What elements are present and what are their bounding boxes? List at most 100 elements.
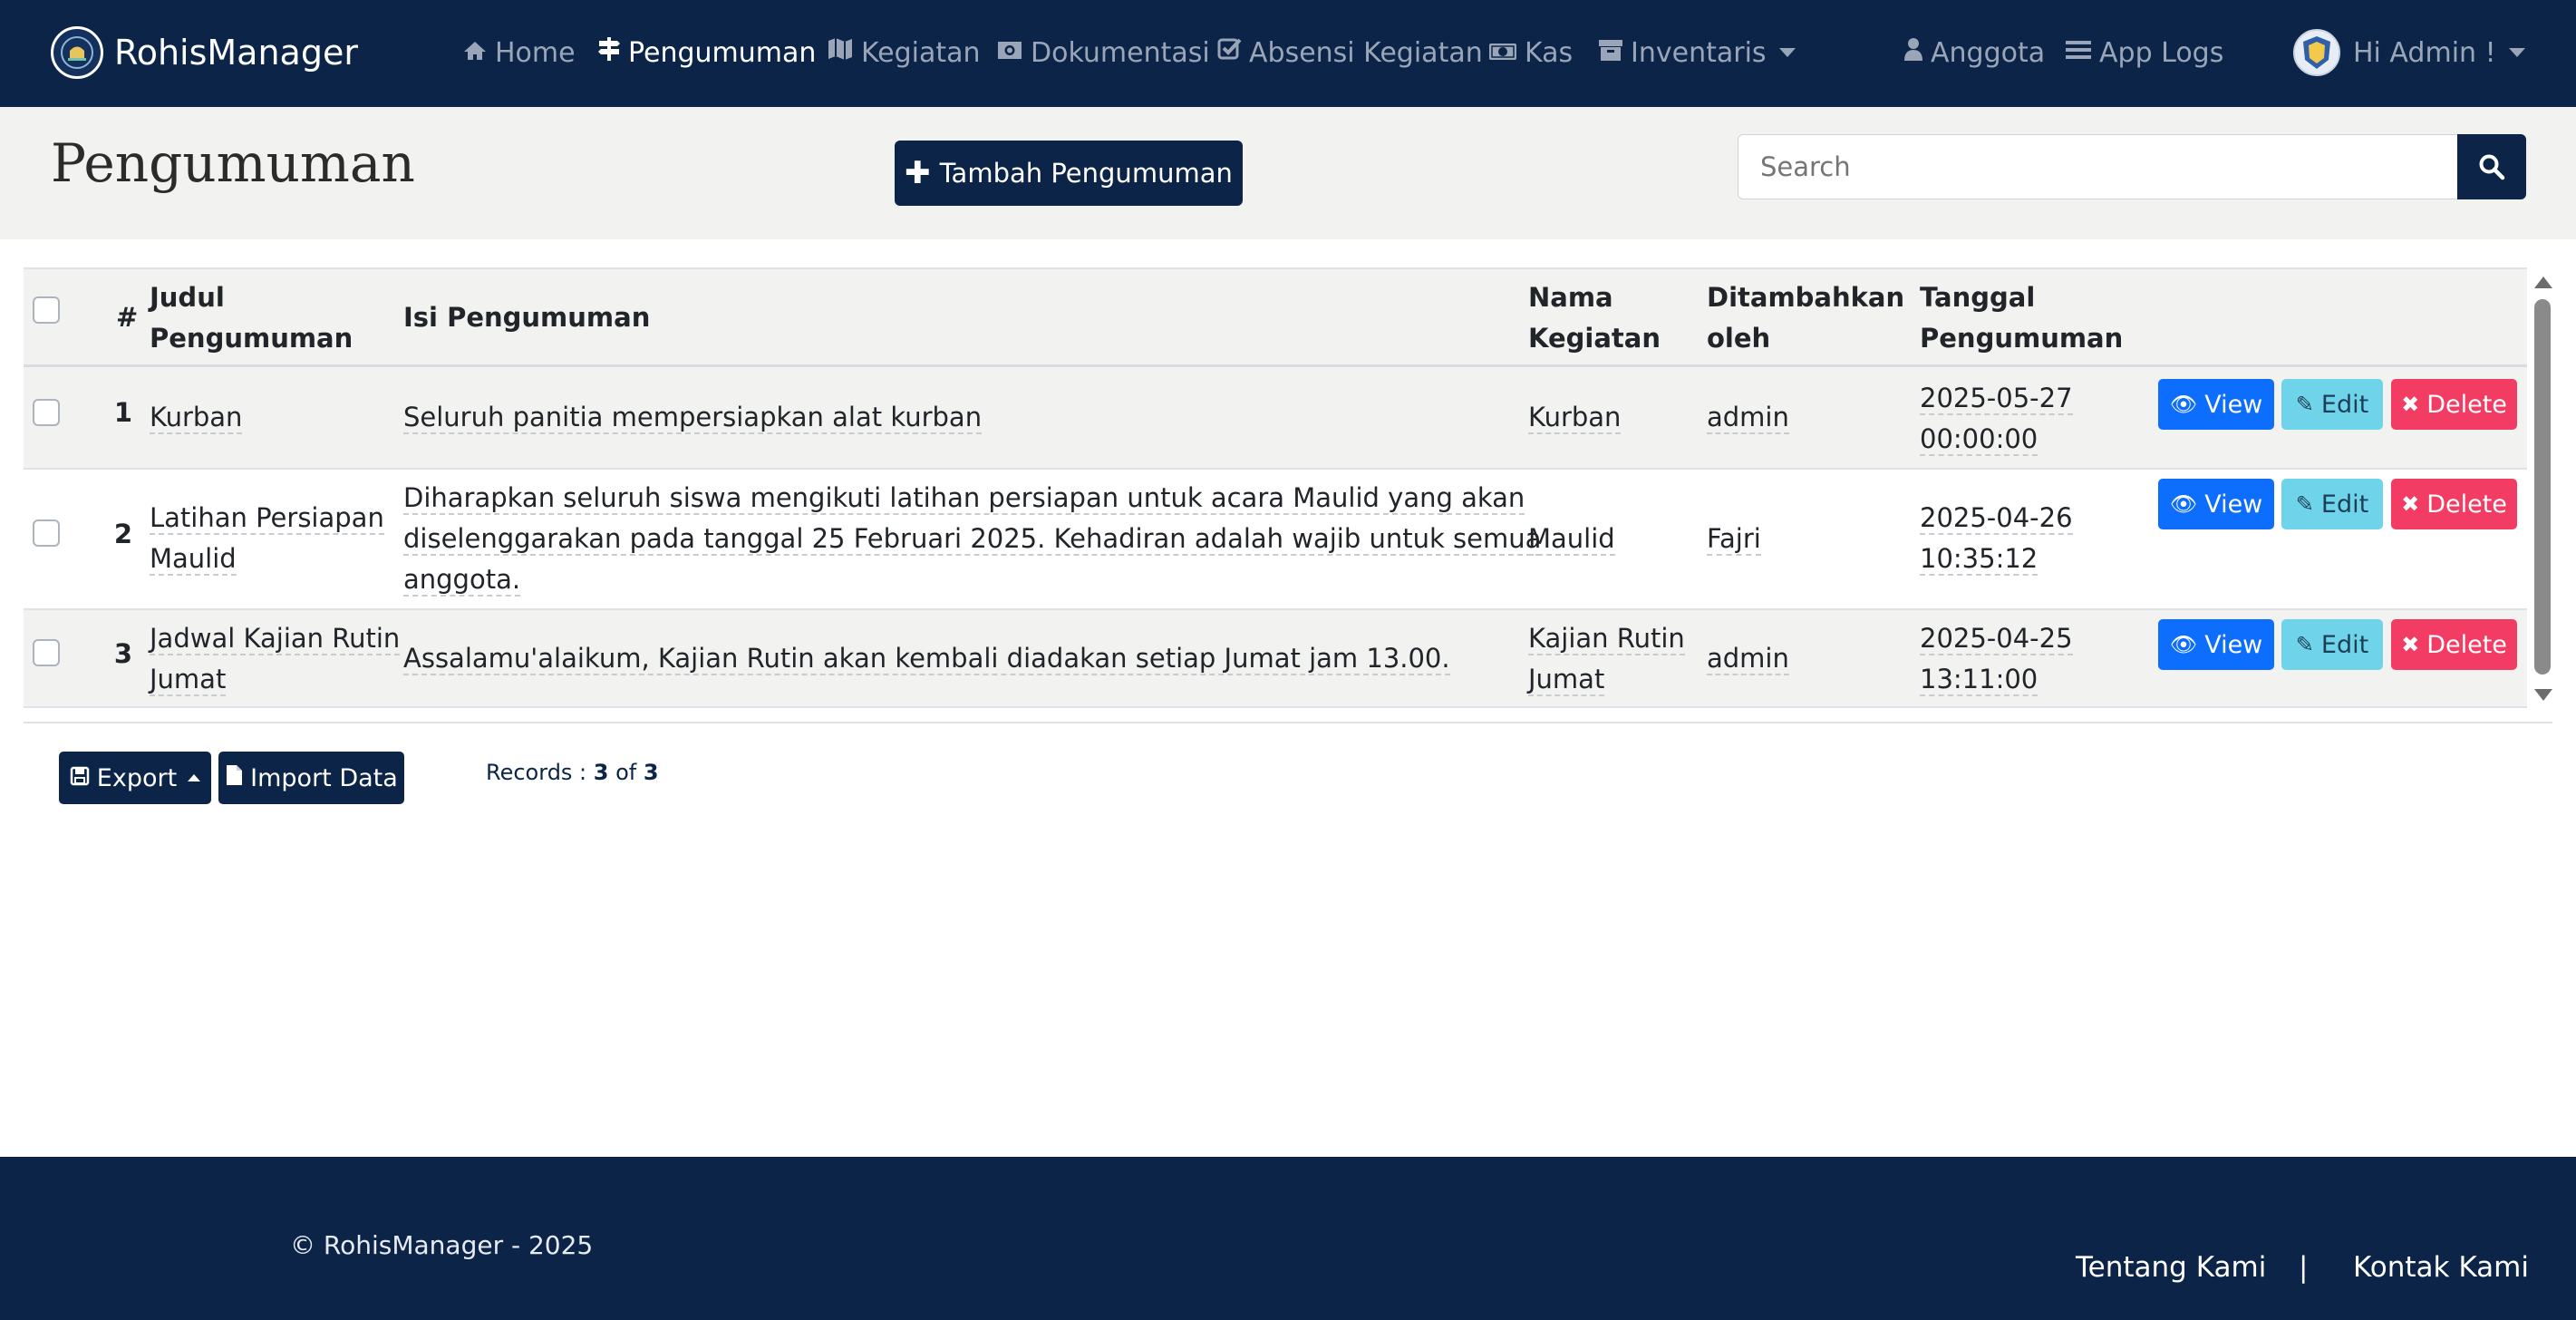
edit-label: Edit (2320, 390, 2369, 419)
row-ditambahkan-oleh[interactable]: Fajri (1707, 519, 1761, 559)
user-greeting: Hi Admin ! (2353, 36, 2496, 69)
col-header-judul[interactable]: Judul Pengumuman (150, 277, 353, 359)
eye-icon: 👁 (2169, 392, 2198, 417)
row-judul-text: Kurban (150, 402, 243, 434)
edit-icon: ✎ (2295, 632, 2314, 657)
camera-icon (996, 37, 1023, 69)
table-row[interactable] (24, 367, 2527, 470)
col-header-isi[interactable]: Isi Pengumuman (403, 297, 650, 338)
col-header-nama-line2: Kegiatan (1528, 323, 1661, 354)
row-nama-text: Kurban (1528, 402, 1622, 434)
row-nama-kegiatan[interactable]: Maulid (1528, 519, 1615, 559)
row-judul-line2: Jumat (150, 664, 227, 696)
nav-kegiatan-label: Kegiatan (861, 36, 981, 69)
row-number: 1 (113, 397, 132, 428)
delete-label: Delete (2426, 630, 2507, 659)
brand-logo-icon (51, 26, 103, 79)
row-judul-line1: Latihan Persiapan (150, 502, 384, 535)
select-all-checkbox[interactable] (33, 296, 60, 324)
row-number: 2 (113, 519, 132, 549)
col-header-tanggal-line2: Pengumuman (1920, 323, 2124, 354)
nav-absensi-kegiatan[interactable]: Absensi Kegiatan (1216, 31, 1483, 74)
col-header-judul-line1: Judul (150, 282, 225, 313)
chevron-down-icon (1778, 48, 1796, 57)
add-announcement-button[interactable]: ✚ Tambah Pengumuman (895, 141, 1243, 206)
row-checkbox[interactable] (33, 639, 60, 666)
page-title: Pengumuman (51, 132, 415, 194)
col-header-nama-kegiatan[interactable]: Nama Kegiatan (1528, 277, 1661, 359)
nav-anggota[interactable]: Anggota (1903, 31, 2045, 74)
row-isi[interactable]: Diharapkan seluruh siswa mengikuti latih… (403, 478, 1542, 600)
search-button[interactable] (2457, 134, 2526, 199)
row-oleh-text: admin (1707, 402, 1789, 434)
delete-label: Delete (2426, 390, 2507, 419)
col-header-judul-line2: Pengumuman (150, 323, 353, 354)
user-menu[interactable]: Hi Admin ! (2293, 27, 2525, 78)
col-header-tanggal[interactable]: Tanggal Pengumuman (1920, 277, 2123, 359)
row-tanggal[interactable]: 2025-04-26 10:35:12 (1920, 498, 2073, 579)
col-header-ditambahkan-oleh[interactable]: Ditambahkan oleh (1707, 277, 1904, 359)
table-scrollbar[interactable] (2534, 299, 2551, 675)
copyright-text: © RohisManager - 2025 (290, 1230, 594, 1260)
export-label: Export (96, 763, 178, 792)
edit-button[interactable]: ✎ Edit (2281, 619, 2383, 670)
list-icon (2065, 37, 2092, 69)
map-icon (827, 36, 854, 69)
row-nama-kegiatan[interactable]: Kajian Rutin Jumat (1528, 618, 1685, 700)
row-oleh-text: admin (1707, 643, 1789, 675)
avatar (2293, 29, 2340, 76)
row-judul[interactable]: Jadwal Kajian Rutin Jumat (150, 618, 401, 700)
edit-icon: ✎ (2295, 491, 2314, 517)
col-header-nama-line1: Nama (1528, 282, 1613, 313)
scroll-down-arrow-icon[interactable] (2534, 689, 2552, 701)
row-ditambahkan-oleh[interactable]: admin (1707, 397, 1789, 438)
view-button[interactable]: 👁 View (2158, 379, 2274, 430)
nav-home[interactable]: Home (462, 31, 576, 74)
row-isi[interactable]: Assalamu'alaikum, Kajian Rutin akan kemb… (403, 638, 1450, 679)
money-icon (1488, 37, 1517, 69)
brand-link[interactable]: RohisManager (51, 24, 358, 82)
row-tanggal[interactable]: 2025-05-27 00:00:00 (1920, 378, 2073, 460)
edit-button[interactable]: ✎ Edit (2281, 379, 2383, 430)
row-isi-line1: Diharapkan seluruh siswa mengikuti latih… (403, 482, 1525, 515)
signpost-icon (597, 35, 621, 70)
nav-pengumuman[interactable]: Pengumuman (597, 31, 816, 74)
close-icon: ✖ (2401, 632, 2420, 657)
row-checkbox[interactable] (33, 399, 60, 426)
row-judul[interactable]: Latihan Persiapan Maulid (150, 498, 384, 579)
view-label: View (2204, 630, 2263, 659)
row-checkbox[interactable] (33, 519, 60, 547)
nav-inventaris[interactable]: Inventaris (1598, 31, 1796, 74)
plus-icon: ✚ (905, 155, 931, 191)
search-icon (2479, 154, 2505, 180)
view-button[interactable]: 👁 View (2158, 619, 2274, 670)
contact-link[interactable]: Kontak Kami (2353, 1251, 2529, 1284)
nav-kas[interactable]: Kas (1488, 31, 1573, 74)
nav-app-logs[interactable]: App Logs (2065, 31, 2223, 74)
row-nama-kegiatan[interactable]: Kurban (1528, 397, 1622, 438)
records-shown: 3 (593, 760, 609, 785)
edit-label: Edit (2320, 630, 2369, 659)
add-announcement-label: Tambah Pengumuman (939, 158, 1233, 189)
search-input[interactable] (1738, 134, 2459, 199)
edit-icon: ✎ (2295, 392, 2314, 417)
nav-dokumentasi[interactable]: Dokumentasi (996, 31, 1210, 74)
row-ditambahkan-oleh[interactable]: admin (1707, 638, 1789, 679)
row-judul[interactable]: Kurban (150, 397, 243, 438)
chevron-down-icon (2508, 48, 2525, 57)
delete-button[interactable]: ✖ Delete (2391, 479, 2517, 529)
nav-kegiatan[interactable]: Kegiatan (827, 31, 981, 74)
edit-button[interactable]: ✎ Edit (2281, 479, 2383, 529)
scroll-up-arrow-icon[interactable] (2534, 277, 2552, 288)
delete-button[interactable]: ✖ Delete (2391, 379, 2517, 430)
export-button[interactable]: Export (59, 752, 211, 804)
import-data-button[interactable]: Import Data (218, 752, 404, 804)
nav-anggota-label: Anggota (1931, 36, 2046, 69)
nav-app-logs-label: App Logs (2099, 36, 2224, 69)
delete-button[interactable]: ✖ Delete (2391, 619, 2517, 670)
row-isi[interactable]: Seluruh panitia mempersiapkan alat kurba… (403, 397, 983, 438)
view-button[interactable]: 👁 View (2158, 479, 2274, 529)
edit-label: Edit (2320, 490, 2369, 519)
row-tanggal[interactable]: 2025-04-25 13:11:00 (1920, 618, 2073, 700)
about-link[interactable]: Tentang Kami (2076, 1251, 2266, 1284)
